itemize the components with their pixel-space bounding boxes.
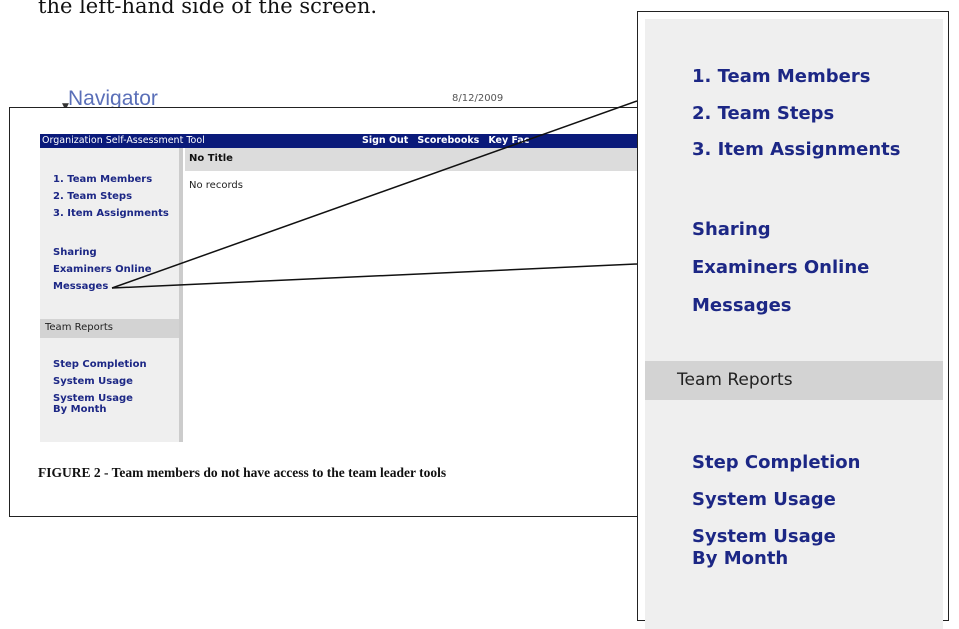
zoom-item-system-usage-line1[interactable]: System Usage xyxy=(692,526,836,548)
callout-line-lower xyxy=(111,263,638,289)
zoom-item-team-steps[interactable]: 2. Team Steps xyxy=(692,103,834,125)
zoom-item-by-month-line2[interactable]: By Month xyxy=(692,548,788,570)
zoom-item-system-usage[interactable]: System Usage xyxy=(692,489,836,511)
zoom-item-sharing[interactable]: Sharing xyxy=(692,219,771,241)
zoom-item-messages[interactable]: Messages xyxy=(692,295,792,317)
callout-line-upper xyxy=(111,100,638,289)
zoom-item-step-completion[interactable]: Step Completion xyxy=(692,452,860,474)
zoom-item-examiners-online[interactable]: Examiners Online xyxy=(692,257,869,279)
zoom-section-title: Team Reports xyxy=(677,370,793,390)
zoomed-sidebar-panel: 1. Team Members 2. Team Steps 3. Item As… xyxy=(645,19,943,629)
zoom-item-item-assignments[interactable]: 3. Item Assignments xyxy=(692,139,901,161)
zoomed-sidebar-callout: 1. Team Members 2. Team Steps 3. Item As… xyxy=(637,11,949,629)
zoom-item-team-members[interactable]: 1. Team Members xyxy=(692,66,870,88)
zoom-section-team-reports: Team Reports xyxy=(645,361,943,400)
